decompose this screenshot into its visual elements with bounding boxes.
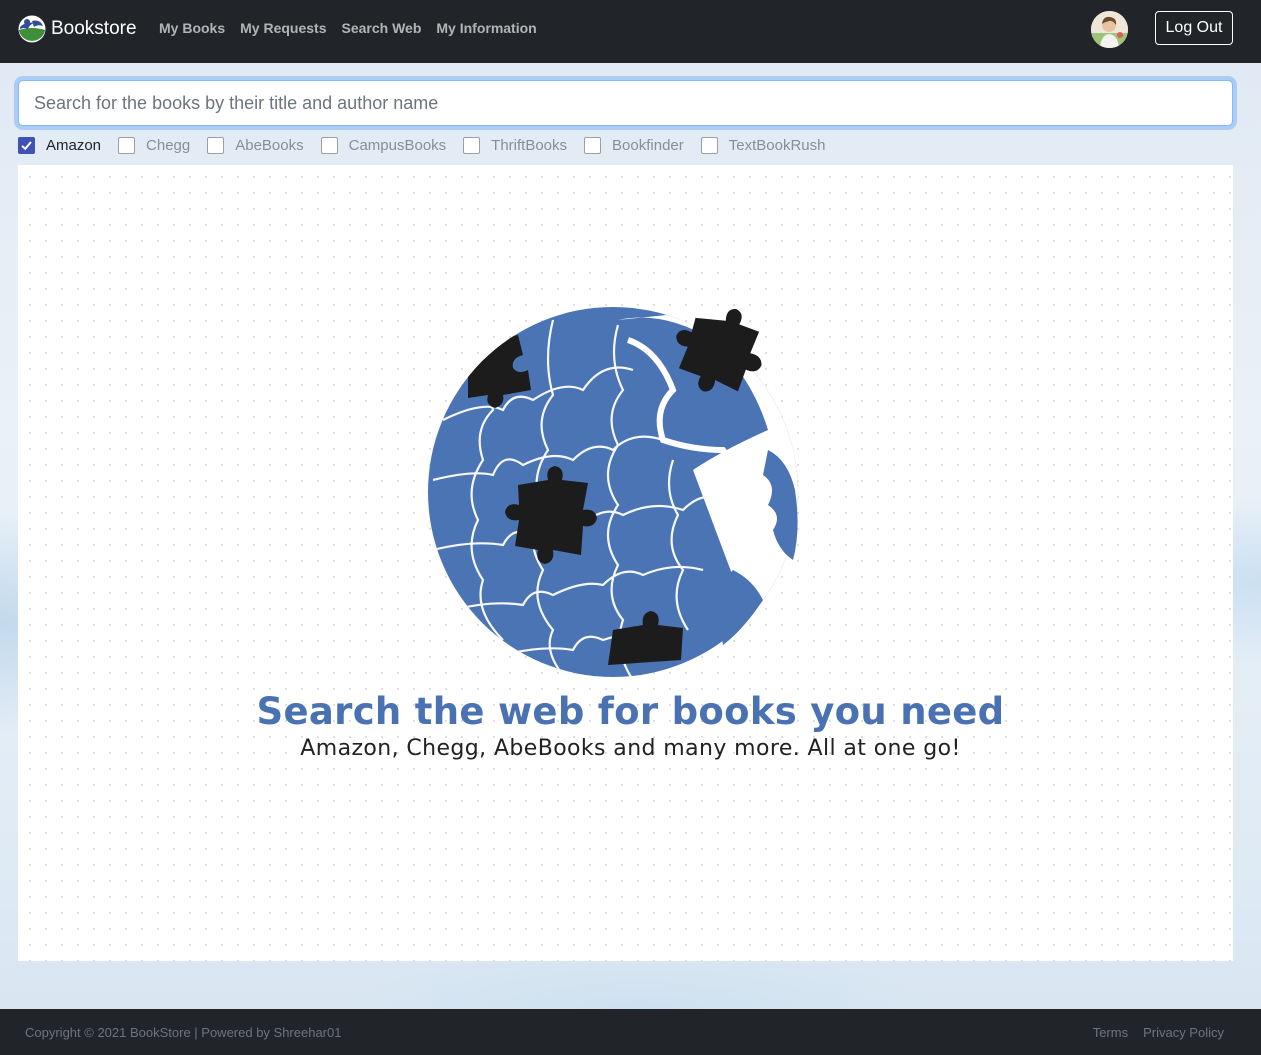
footer-privacy-link[interactable]: Privacy Policy — [1143, 1025, 1224, 1040]
brand-name: Bookstore — [51, 18, 137, 39]
checkbox-thriftbooks[interactable] — [463, 136, 481, 154]
user-avatar[interactable] — [1091, 11, 1128, 48]
bookstore-logo-icon — [18, 15, 46, 43]
source-amazon[interactable]: Amazon — [18, 136, 102, 154]
source-bookfinder[interactable]: Bookfinder — [584, 136, 684, 154]
nav-my-requests[interactable]: My Requests — [240, 20, 326, 36]
source-chegg[interactable]: Chegg — [118, 136, 191, 154]
hero-subline: Amazon, Chegg, AbeBooks and many more. A… — [300, 736, 961, 761]
hero-headline: Search the web for books you need — [256, 690, 1005, 733]
source-label: Amazon — [46, 136, 102, 154]
source-campusbooks[interactable]: CampusBooks — [320, 136, 447, 154]
source-filters: Amazon Chegg AbeBooks CampusBooks Thrift… — [18, 135, 842, 155]
source-textbookrush[interactable]: TextBookRush — [700, 136, 826, 154]
avatar-photo-icon — [1091, 11, 1128, 48]
brand-link[interactable]: Bookstore — [18, 13, 137, 45]
checkbox-campusbooks[interactable] — [320, 136, 338, 154]
checkbox-bookfinder[interactable] — [584, 136, 602, 154]
logout-button[interactable]: Log Out — [1155, 11, 1233, 45]
footer-links: Terms Privacy Policy — [1093, 1025, 1224, 1040]
source-label: ThriftBooks — [491, 136, 568, 154]
footer-terms-link[interactable]: Terms — [1093, 1025, 1128, 1040]
nav-search-web[interactable]: Search Web — [341, 20, 421, 36]
nav-links: My Books My Requests Search Web My Infor… — [159, 20, 537, 36]
checkbox-amazon[interactable] — [18, 136, 35, 154]
source-label: TextBookRush — [728, 136, 826, 154]
checkbox-abebooks[interactable] — [207, 136, 225, 154]
source-label: Bookfinder — [612, 136, 684, 154]
source-thriftbooks[interactable]: ThriftBooks — [463, 136, 568, 154]
source-abebooks[interactable]: AbeBooks — [207, 136, 304, 154]
page-footer: Copyright © 2021 BookStore | Powered by … — [0, 1009, 1261, 1055]
book-search-input[interactable] — [18, 80, 1233, 126]
source-label: Chegg — [146, 136, 191, 154]
puzzle-globe-icon — [428, 307, 798, 677]
checkbox-chegg[interactable] — [118, 136, 136, 154]
source-label: CampusBooks — [348, 136, 447, 154]
checkbox-textbookrush[interactable] — [700, 136, 718, 154]
source-label: AbeBooks — [235, 136, 304, 154]
results-panel: Search the web for books you need Amazon… — [18, 165, 1233, 961]
top-navbar: Bookstore My Books My Requests Search We… — [0, 0, 1261, 63]
checkmark-icon — [21, 140, 32, 150]
nav-my-information[interactable]: My Information — [436, 20, 536, 36]
copyright-text: Copyright © 2021 BookStore | Powered by … — [25, 1025, 342, 1040]
nav-my-books[interactable]: My Books — [159, 20, 225, 36]
